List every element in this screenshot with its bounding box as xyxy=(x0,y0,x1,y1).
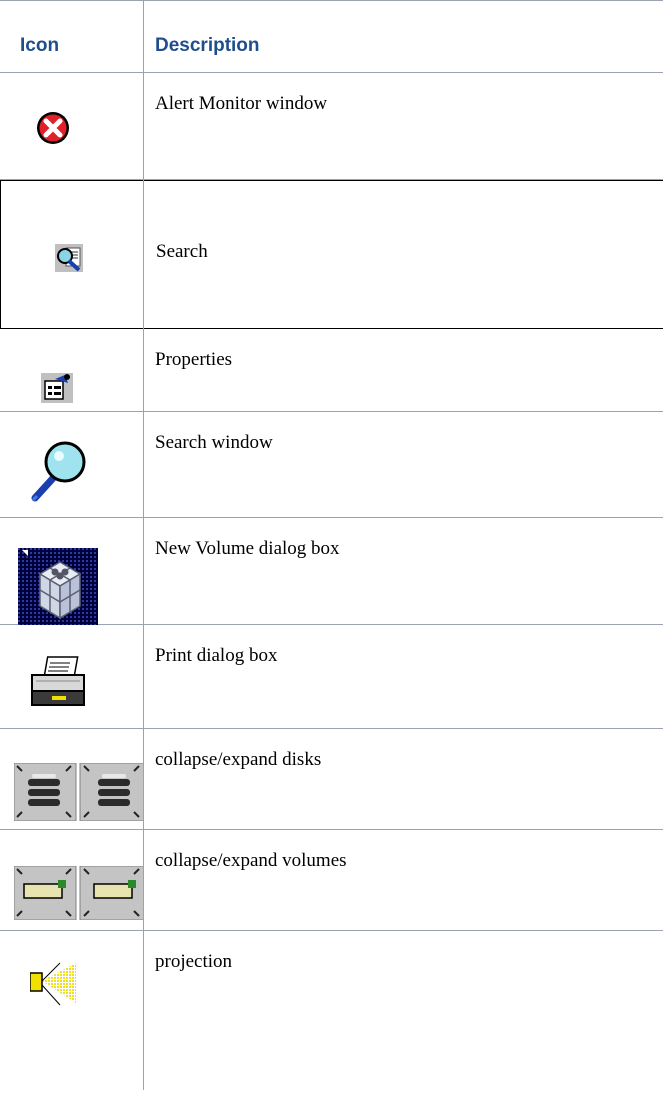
alert-monitor-icon xyxy=(37,112,69,144)
table-row: collapse/expand disks xyxy=(0,729,663,830)
printer-icon xyxy=(31,656,85,706)
row-description: collapse/expand volumes xyxy=(155,850,347,871)
table-row: Print dialog box xyxy=(0,625,663,729)
table-row: Alert Monitor window xyxy=(0,73,663,180)
table-row: Search window xyxy=(0,412,663,518)
row-description: Properties xyxy=(155,349,233,370)
properties-icon xyxy=(41,373,73,403)
row-description: Print dialog box xyxy=(155,645,278,666)
row-description: Alert Monitor window xyxy=(155,93,328,114)
table-row: Properties xyxy=(0,329,663,412)
table-row: New Volume dialog box xyxy=(0,518,663,625)
new-volume-icon xyxy=(18,548,98,625)
table-row: projection xyxy=(0,931,663,1091)
magnifier-icon xyxy=(31,441,86,502)
header-icon-column: Icon xyxy=(20,35,60,56)
search-icon xyxy=(55,244,83,272)
table-row: Search xyxy=(0,180,663,329)
collapse-expand-disks-icon xyxy=(14,763,144,821)
row-description: Search window xyxy=(155,432,273,453)
row-description: projection xyxy=(155,951,233,972)
header-description-column: Description xyxy=(155,35,260,56)
collapse-expand-volumes-icon xyxy=(14,866,144,920)
table-header-row: Icon Description xyxy=(0,0,663,73)
column-divider xyxy=(143,0,144,1090)
row-description: Search xyxy=(156,241,208,262)
projection-icon xyxy=(30,962,76,1006)
table-row: collapse/expand volumes xyxy=(0,830,663,931)
row-description: New Volume dialog box xyxy=(155,538,340,559)
row-description: collapse/expand disks xyxy=(155,749,322,770)
